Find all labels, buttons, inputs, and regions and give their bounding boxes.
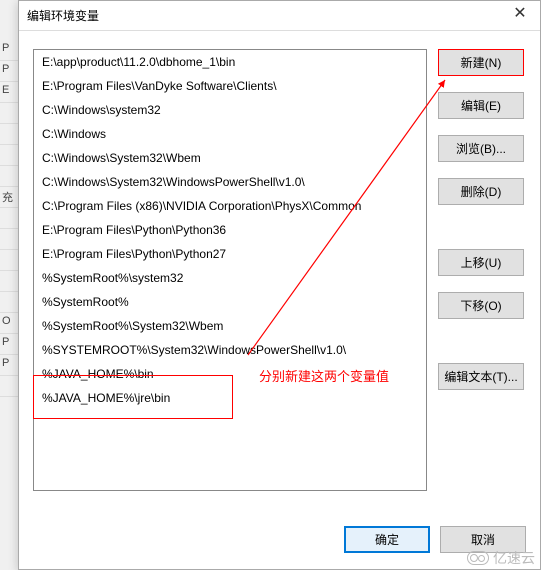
titlebar[interactable]: 编辑环境变量 ✕: [19, 1, 540, 31]
bg-item: E: [0, 82, 20, 103]
list-item[interactable]: C:\Windows\system32: [34, 98, 426, 122]
dialog-content: E:\app\product\11.2.0\dbhome_1\bin E:\Pr…: [19, 31, 540, 569]
background-list: P P E 充 O P P: [0, 40, 20, 540]
list-item[interactable]: C:\Windows\System32\WindowsPowerShell\v1…: [34, 170, 426, 194]
list-item[interactable]: C:\Windows: [34, 122, 426, 146]
bg-item: [0, 250, 20, 271]
list-item[interactable]: %SystemRoot%: [34, 290, 426, 314]
moveup-button[interactable]: 上移(U): [438, 249, 524, 276]
list-item[interactable]: E:\Program Files\VanDyke Software\Client…: [34, 74, 426, 98]
list-item[interactable]: %SYSTEMROOT%\System32\WindowsPowerShell\…: [34, 338, 426, 362]
bg-item: O: [0, 313, 20, 334]
list-item[interactable]: E:\Program Files\Python\Python36: [34, 218, 426, 242]
list-item[interactable]: %SystemRoot%\System32\Wbem: [34, 314, 426, 338]
bg-item: [0, 124, 20, 145]
list-item[interactable]: %JAVA_HOME%\jre\bin: [34, 386, 426, 410]
bg-item: [0, 208, 20, 229]
path-listbox[interactable]: E:\app\product\11.2.0\dbhome_1\bin E:\Pr…: [33, 49, 427, 491]
bg-item: [0, 166, 20, 187]
bg-item: [0, 145, 20, 166]
watermark-text: 亿速云: [493, 548, 535, 568]
bg-item: [0, 376, 20, 397]
annotation-text: 分别新建这两个变量值: [259, 366, 389, 385]
bg-item: [0, 271, 20, 292]
bg-item: [0, 292, 20, 313]
list-item[interactable]: E:\app\product\11.2.0\dbhome_1\bin: [34, 50, 426, 74]
bg-item: P: [0, 355, 20, 376]
button-column: 新建(N) 编辑(E) 浏览(B)... 删除(D) 上移(U) 下移(O) 编…: [438, 49, 526, 406]
bg-item: [0, 103, 20, 124]
movedown-button[interactable]: 下移(O): [438, 292, 524, 319]
list-item[interactable]: C:\Program Files (x86)\NVIDIA Corporatio…: [34, 194, 426, 218]
ok-button[interactable]: 确定: [344, 526, 430, 553]
watermark: 亿速云: [467, 548, 535, 568]
bg-item: P: [0, 334, 20, 355]
bg-item: 充: [0, 187, 20, 208]
new-button[interactable]: 新建(N): [438, 49, 524, 76]
edittext-button[interactable]: 编辑文本(T)...: [438, 363, 524, 390]
edit-env-dialog: 编辑环境变量 ✕ E:\app\product\11.2.0\dbhome_1\…: [18, 0, 541, 570]
list-item[interactable]: E:\Program Files\Python\Python27: [34, 242, 426, 266]
watermark-icon: [467, 551, 489, 565]
bg-item: P: [0, 40, 20, 61]
bg-item: P: [0, 61, 20, 82]
delete-button[interactable]: 删除(D): [438, 178, 524, 205]
edit-button[interactable]: 编辑(E): [438, 92, 524, 119]
list-item[interactable]: C:\Windows\System32\Wbem: [34, 146, 426, 170]
browse-button[interactable]: 浏览(B)...: [438, 135, 524, 162]
list-item[interactable]: %SystemRoot%\system32: [34, 266, 426, 290]
close-button[interactable]: ✕: [500, 2, 540, 30]
bg-item: [0, 229, 20, 250]
dialog-title: 编辑环境变量: [27, 7, 500, 24]
